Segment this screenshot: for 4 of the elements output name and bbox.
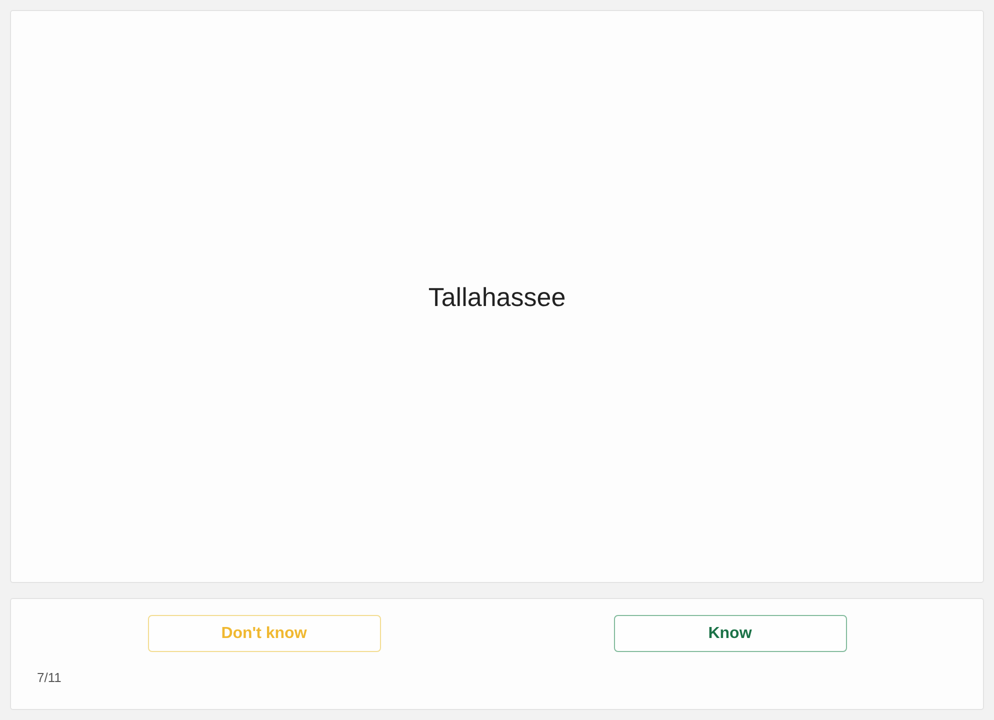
know-button[interactable]: Know — [614, 615, 846, 652]
progress-counter: 7/11 — [37, 670, 62, 685]
flashcard-text: Tallahassee — [428, 281, 566, 314]
flashcard[interactable]: Tallahassee — [10, 10, 984, 583]
